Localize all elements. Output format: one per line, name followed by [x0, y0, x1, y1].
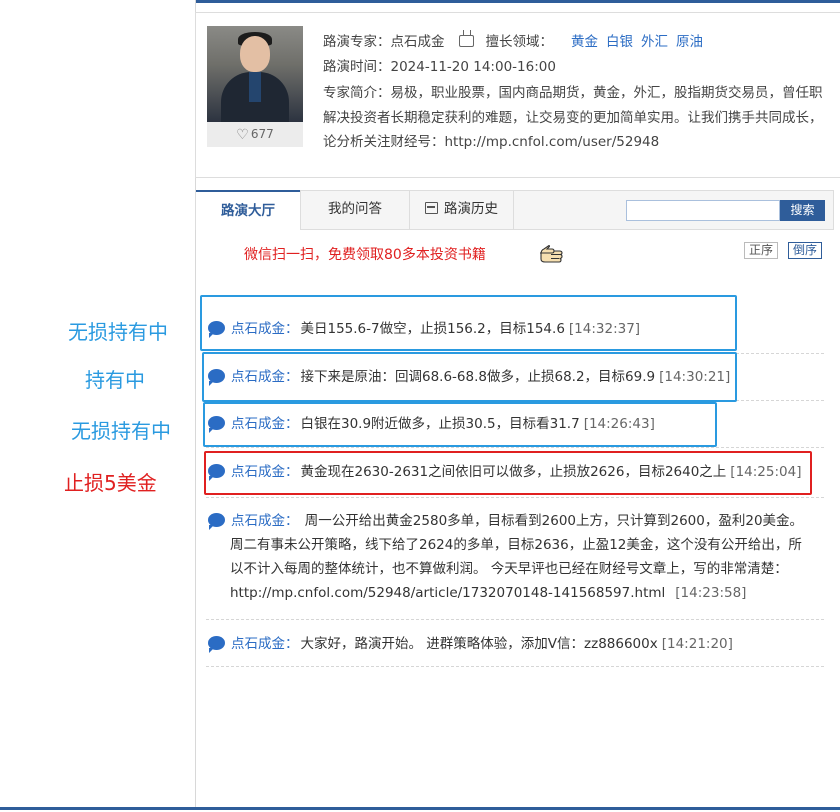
like-count: 677: [250, 127, 274, 141]
heart-icon: ♡: [236, 127, 249, 143]
expert-name: 点石成金: [390, 34, 445, 50]
tab-roadshow-history[interactable]: 路演历史: [410, 190, 514, 230]
roadshow-time: 路演时间：2024-11-20 14:00-16:00: [323, 59, 556, 75]
expert-card: ♡ 677 路演专家：点石成金 擅长领域： 黄金 白银 外汇 原油 路演时间：2024-11…: [195, 12, 840, 178]
message-item: 点石成金： 周一公开给出黄金2580多单，目标看到2600上方，只计算到2600…: [208, 509, 824, 605]
message-item: 点石成金： 大家好，路演开始。 进群策略体验，添加V信：zz886600x [14:…: [208, 632, 733, 656]
expert-intro-line-3: 论分析关注财经号：http://mp.cnfol.com/user/52948: [323, 134, 660, 150]
chat-bubble-icon: [208, 636, 225, 653]
search-button[interactable]: 搜索: [780, 200, 825, 221]
field-forex-link[interactable]: 外汇: [641, 34, 668, 50]
article-link[interactable]: http://mp.cnfol.com/52948/article/173207…: [230, 585, 665, 601]
message-divider: [206, 447, 824, 448]
annotation-label: 止损5美金: [64, 471, 157, 495]
field-label: 擅长领域：: [485, 34, 554, 50]
annotation-label: 持有中: [85, 368, 145, 392]
message-divider: [206, 619, 824, 620]
tab-roadshow-hall[interactable]: 路演大厅: [196, 190, 300, 230]
annotation-label: 无损持有中: [71, 419, 171, 443]
chat-bubble-icon: [208, 513, 225, 530]
calendar-icon: [425, 202, 438, 214]
promo-text[interactable]: 微信扫一扫，免费领取80多本投资书籍: [244, 244, 486, 264]
expert-avatar[interactable]: [207, 26, 303, 122]
expert-intro-line-2: 解决投资者长期稳定获利的难题，让交易变的更加简单实用。让我们携手共同成长，: [323, 110, 823, 126]
annotation-label: 无损持有中: [68, 320, 168, 344]
field-gold-link[interactable]: 黄金: [571, 34, 598, 50]
annotation-box-red: [204, 451, 812, 495]
sort-ascending-button[interactable]: 正序: [744, 242, 779, 259]
field-silver-link[interactable]: 白银: [606, 34, 633, 50]
field-oil-link[interactable]: 原油: [676, 34, 703, 50]
like-button[interactable]: ♡ 677: [207, 122, 303, 147]
tab-bar: 路演大厅 我的问答 路演历史 搜索: [195, 190, 834, 230]
tab-my-qa[interactable]: 我的问答: [300, 190, 410, 230]
bottom-rule: [0, 807, 840, 810]
pointing-hand-icon: [540, 245, 563, 263]
annotation-box: [203, 402, 717, 447]
search-input[interactable]: [626, 200, 780, 221]
annotation-box: [200, 295, 737, 351]
message-divider: [206, 666, 824, 667]
expert-name-line: 路演专家：点石成金 擅长领域： 黄金 白银 外汇 原油: [323, 34, 703, 50]
sort-descending-button[interactable]: 倒序: [788, 242, 823, 259]
expert-intro-line-1: 专家简介：易极，职业股票，国内商品期货，黄金，外汇，股指期货交易员，曾任职: [323, 85, 823, 101]
tv-icon[interactable]: [458, 35, 474, 47]
annotation-box: [202, 352, 737, 402]
message-divider: [206, 497, 824, 498]
